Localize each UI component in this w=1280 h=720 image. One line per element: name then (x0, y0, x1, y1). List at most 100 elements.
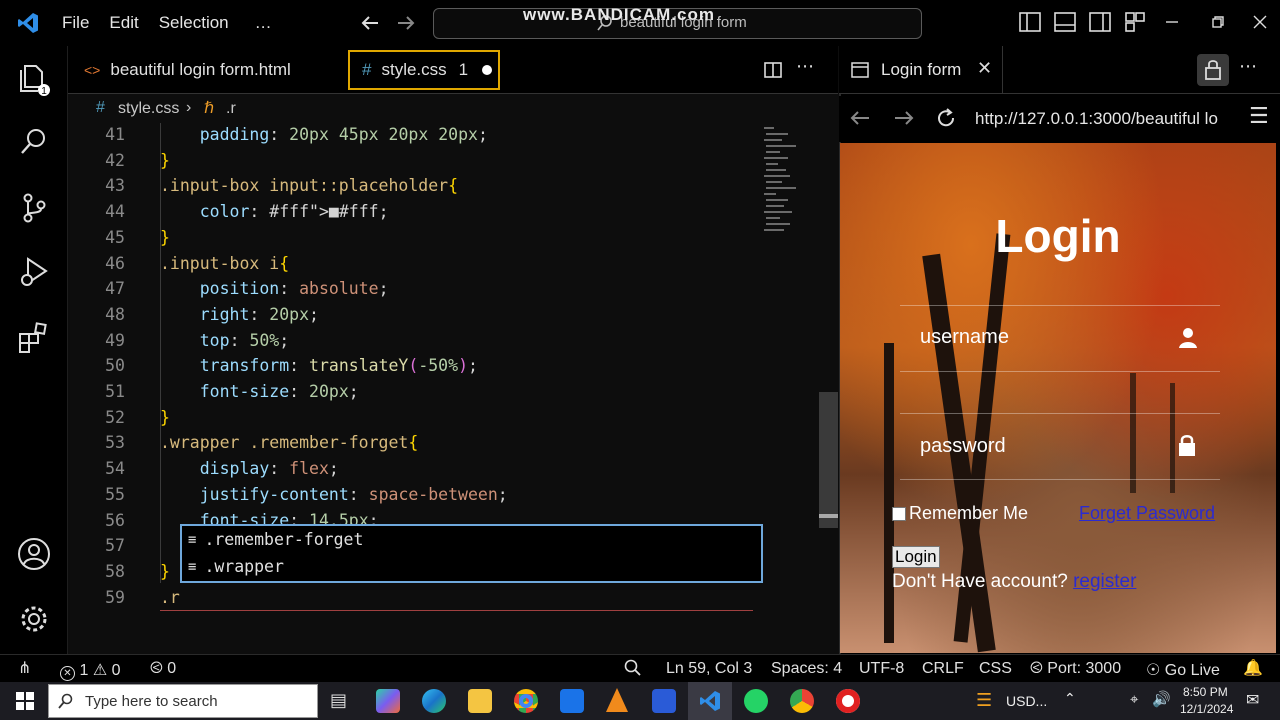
breadcrumb-symbol[interactable]: .r (226, 100, 236, 118)
code-line[interactable]: color: #fff">■#fff; (160, 202, 389, 221)
lock-editor-button[interactable] (1197, 54, 1229, 86)
hamburger-menu-icon[interactable]: ☰ (1249, 104, 1269, 129)
vlc-icon[interactable] (606, 688, 628, 712)
source-control-icon[interactable] (16, 190, 52, 226)
mail-icon[interactable] (560, 689, 584, 713)
toggle-secondary-sidebar-icon[interactable] (1088, 10, 1112, 34)
currency-widget-text[interactable]: USD... (1006, 693, 1047, 709)
go-live-button[interactable]: ☉ Go Live (1146, 660, 1220, 680)
tab-css-file[interactable]: # style.css 1 (348, 50, 500, 90)
breadcrumb-file[interactable]: style.css (118, 100, 179, 118)
menu-selection[interactable]: Selection (159, 13, 229, 33)
whatsapp-icon[interactable] (744, 689, 768, 713)
search-view-icon[interactable] (16, 124, 52, 160)
suggestion-item[interactable]: ≡ .wrapper (188, 554, 284, 579)
language-mode[interactable]: CSS (979, 660, 1012, 678)
close-tab-icon[interactable]: ✕ (977, 58, 992, 79)
suggestion-item[interactable]: ≡ .remember-forget (188, 527, 363, 552)
code-line[interactable]: transform: translateY(-50%); (160, 356, 478, 375)
indentation[interactable]: Spaces: 4 (771, 660, 842, 678)
live-server-port[interactable]: ⧀ Port: 3000 (1030, 660, 1121, 678)
extensions-icon[interactable] (16, 320, 52, 356)
toggle-panel-icon[interactable] (1053, 10, 1077, 34)
vscode-taskbar-active[interactable] (688, 682, 732, 720)
code-line[interactable]: .wrapper .remember-forget{ (160, 433, 418, 452)
dev-app-icon[interactable] (652, 689, 676, 713)
menu-file[interactable]: File (62, 13, 89, 33)
remember-checkbox[interactable] (892, 506, 906, 521)
windows-start-icon[interactable] (16, 692, 34, 710)
remember-me[interactable]: Remember Me (892, 503, 1028, 524)
taskbar-time[interactable]: 8:50 PM (1183, 685, 1228, 699)
encoding[interactable]: UTF-8 (859, 660, 904, 678)
bandicam-record-icon[interactable] (836, 689, 860, 713)
code-line[interactable]: } (160, 228, 170, 247)
code-line[interactable]: padding: 20px 45px 20px 20px; (160, 125, 488, 144)
taskbar-date[interactable]: 12/1/2024 (1180, 702, 1233, 716)
tab-html-file[interactable]: <> beautiful login form.html (84, 46, 291, 94)
editor-more-actions[interactable]: ⋯ (796, 56, 814, 77)
tray-chevron-icon[interactable]: ⌃ (1064, 691, 1076, 707)
notification-center-icon[interactable]: ✉ (1246, 690, 1259, 709)
run-debug-icon[interactable] (16, 254, 52, 290)
tab-login-form[interactable]: Login form ✕ (841, 46, 1003, 94)
copilot-icon[interactable] (376, 689, 400, 713)
code-line[interactable]: position: absolute; (160, 279, 389, 298)
forward-arrow-icon[interactable] (893, 108, 915, 128)
reload-icon[interactable] (935, 107, 957, 129)
ports-indicator[interactable]: ⧀ 0 (150, 660, 176, 678)
code-line[interactable]: .r (160, 588, 180, 607)
toggle-sidebar-icon[interactable] (1018, 10, 1042, 34)
back-arrow-icon[interactable] (849, 108, 871, 128)
edge-browser-icon[interactable] (422, 689, 446, 713)
back-arrow-icon[interactable] (360, 13, 380, 33)
browser-more-actions[interactable]: ⋯ (1239, 56, 1257, 77)
line-ending[interactable]: CRLF (922, 660, 964, 678)
zoom-icon[interactable] (624, 659, 642, 677)
login-button[interactable]: Login (892, 546, 940, 568)
chrome-icon[interactable] (514, 689, 538, 713)
notifications-bell-icon[interactable]: 🔔 (1243, 658, 1263, 678)
restore-icon[interactable] (1206, 10, 1230, 34)
file-explorer-icon[interactable] (468, 689, 492, 713)
code-line[interactable]: right: 20px; (160, 305, 319, 324)
code-line[interactable]: .input-box input::placeholder{ (160, 176, 458, 195)
explorer-icon[interactable]: 1 (16, 60, 52, 96)
menu-edit[interactable]: Edit (109, 13, 138, 33)
volume-icon[interactable]: 🔊 (1152, 690, 1171, 708)
code-line[interactable]: font-size: 20px; (160, 382, 359, 401)
code-line[interactable]: top: 50%; (160, 331, 289, 350)
settings-gear-icon[interactable] (16, 601, 52, 637)
split-editor-icon[interactable] (763, 60, 783, 80)
task-view-icon[interactable]: ▤ (330, 690, 347, 711)
minimap[interactable] (762, 125, 810, 235)
forget-password-link[interactable]: Forget Password (1079, 503, 1215, 524)
url-input[interactable]: http://127.0.0.1:3000/beautiful lo (975, 109, 1231, 129)
minimize-icon[interactable] (1160, 10, 1184, 34)
user-icon (1179, 328, 1197, 348)
password-input[interactable]: password (920, 435, 1006, 458)
accounts-icon[interactable] (16, 536, 52, 572)
line-number: 55 (105, 484, 125, 504)
code-line[interactable]: display: flex; (160, 459, 339, 478)
close-window-icon[interactable] (1248, 10, 1272, 34)
currency-widget-icon[interactable]: ☰ (976, 690, 992, 711)
forward-arrow-icon[interactable] (396, 13, 416, 33)
code-line[interactable]: } (160, 151, 170, 170)
customize-layout-icon[interactable] (1123, 10, 1147, 34)
unsaved-dot-icon[interactable] (482, 65, 493, 75)
code-line[interactable]: } (160, 562, 170, 581)
editor-scrollbar-thumb[interactable] (819, 392, 838, 528)
remote-indicator-icon[interactable]: ⋔ (18, 658, 31, 678)
code-line[interactable]: } (160, 408, 170, 427)
code-line[interactable]: justify-content: space-between; (160, 485, 508, 504)
network-icon[interactable]: ⌖ (1130, 690, 1138, 708)
input-border (900, 413, 1220, 414)
menu-more[interactable]: … (255, 13, 272, 33)
problems-indicator[interactable]: ✕ 1 ⚠ 0 (60, 660, 121, 681)
username-input[interactable]: username (920, 326, 1009, 349)
register-link[interactable]: register (1073, 571, 1136, 592)
cursor-position[interactable]: Ln 59, Col 3 (666, 660, 752, 678)
chrome-profile-icon[interactable] (790, 689, 814, 713)
code-line[interactable]: .input-box i{ (160, 254, 289, 273)
